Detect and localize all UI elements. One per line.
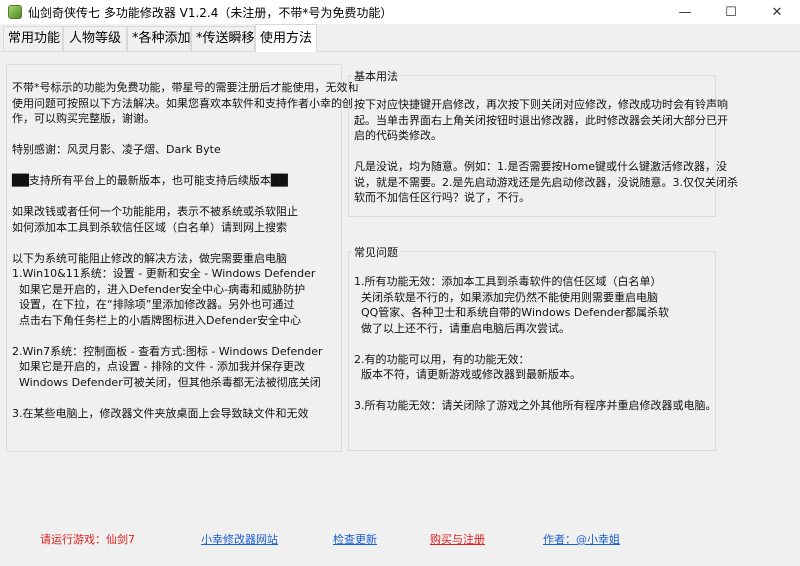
tab-bar: 常用功能 人物等级 *各种添加 *传送瞬移 使用方法 [0, 24, 800, 52]
author-link[interactable]: 作者：@小幸姐 [543, 531, 620, 547]
close-button[interactable]: ✕ [754, 0, 800, 24]
basic-usage-text: 按下对应快捷键开启修改，再次按下则关闭对应修改，修改成功时会有铃声响 起。当单击… [354, 98, 738, 204]
tab-teleport[interactable]: *传送瞬移 [191, 26, 255, 51]
website-link[interactable]: 小幸修改器网站 [201, 531, 278, 547]
instructions-text: 不带*号标示的功能为免费功能，带星号的需要注册后才能使用，无效和 使用问题可按照… [12, 81, 359, 420]
tab-character-level[interactable]: 人物等级 [63, 26, 127, 51]
minimize-button[interactable]: — [662, 0, 708, 24]
window-controls: — ☐ ✕ [662, 0, 800, 24]
tab-common[interactable]: 常用功能 [3, 26, 63, 51]
basic-usage-title: 基本用法 [352, 68, 400, 84]
app-icon [8, 5, 22, 19]
tab-usage[interactable]: 使用方法 [255, 24, 317, 52]
running-game-label: 请运行游戏：仙剑7 [40, 533, 135, 546]
faq-text: 1.所有功能无效：添加本工具到杀毒软件的信任区域（白名单） 关闭杀软是不行的，如… [354, 275, 717, 412]
window-title: 仙剑奇侠传七 多功能修改器 V1.2.4（未注册，不带*号为免费功能） [28, 5, 393, 20]
maximize-button[interactable]: ☐ [708, 0, 754, 24]
title-bar: 仙剑奇侠传七 多功能修改器 V1.2.4（未注册，不带*号为免费功能） — ☐ … [0, 0, 800, 24]
check-update-link[interactable]: 检查更新 [333, 531, 377, 547]
buy-register-link[interactable]: 购买与注册 [430, 531, 485, 547]
faq-title: 常见问题 [352, 244, 400, 260]
tab-add-items[interactable]: *各种添加 [127, 26, 191, 51]
